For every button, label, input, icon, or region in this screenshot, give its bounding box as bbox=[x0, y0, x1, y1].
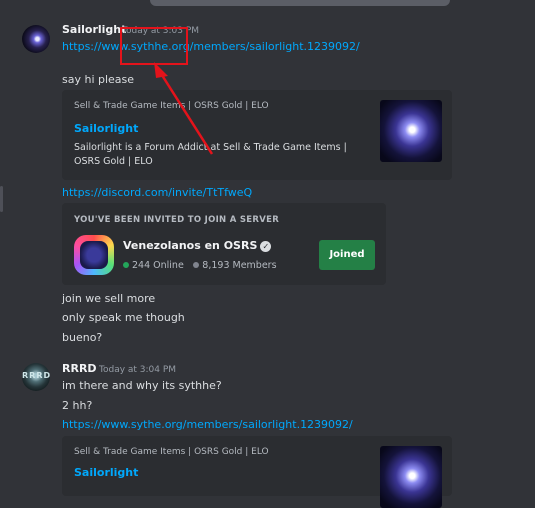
annotation-arrow-icon bbox=[154, 62, 214, 155]
